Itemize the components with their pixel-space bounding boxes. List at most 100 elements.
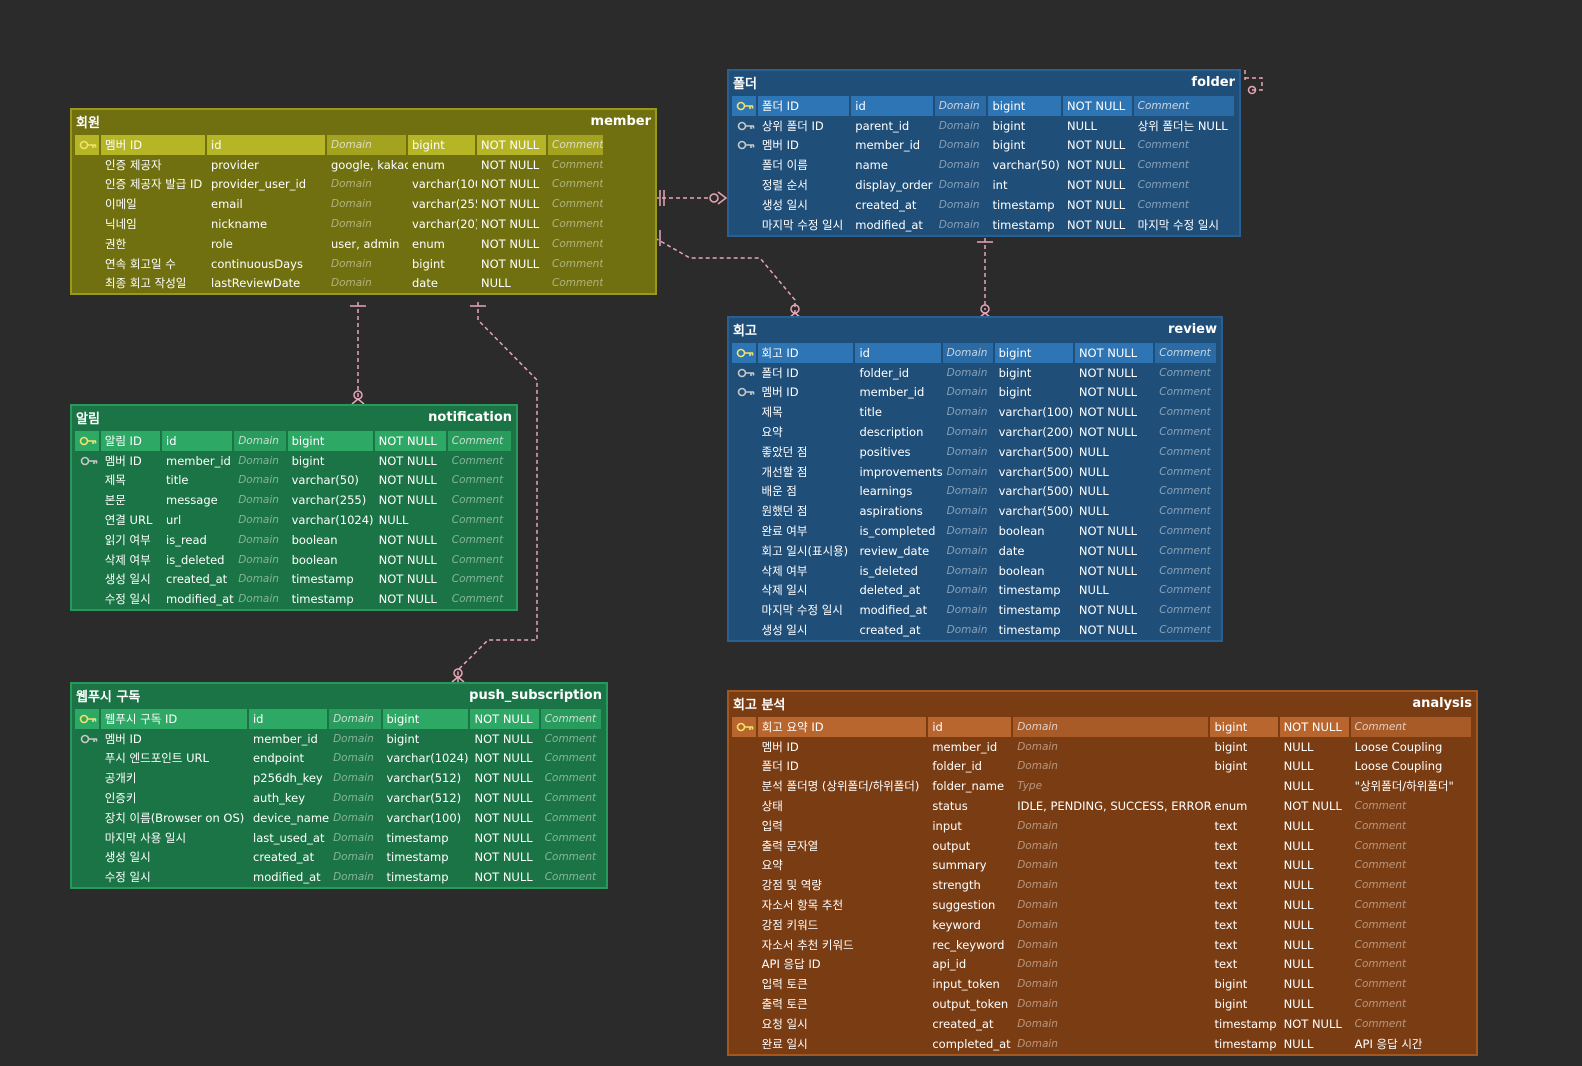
cell-comment[interactable]: Comment — [1351, 836, 1473, 856]
cell-domain[interactable]: Domain — [943, 521, 995, 541]
table-row[interactable]: 폴더 ID folder_id Domain bigint NULL Loose Coup… — [732, 757, 1473, 777]
cell-ko[interactable]: 자소서 항목 추천 — [758, 895, 929, 915]
cell-null[interactable]: NOT NULL — [1075, 600, 1155, 620]
cell-comment[interactable]: Comment — [1155, 383, 1218, 403]
cell-type[interactable]: varchar(1024) — [383, 749, 471, 769]
table-row[interactable]: 생성 일시 created_at Domain timestamp NOT NULL Co… — [732, 195, 1236, 215]
table-row[interactable]: 출력 문자열 output Domain text NULL Comment — [732, 836, 1473, 856]
cell-col[interactable]: created_at — [162, 570, 234, 590]
table-row[interactable]: 권한 role user, admin enum NOT NULL Comment — [75, 234, 652, 254]
cell-comment[interactable]: Comment — [541, 768, 603, 788]
table-row[interactable]: 멤버 ID member_id Domain bigint NOT NULL Commen… — [732, 136, 1236, 156]
cell-domain[interactable]: Domain — [935, 195, 989, 215]
table-header[interactable]: 폴더 folder — [729, 71, 1239, 93]
cell-comment[interactable]: Comment — [541, 788, 603, 808]
cell-null[interactable]: NOT NULL — [1075, 402, 1155, 422]
cell-comment[interactable]: Comment — [1351, 856, 1473, 876]
table-row[interactable]: 상위 폴더 ID parent_id Domain bigint NULL 상위 폴더는 … — [732, 116, 1236, 136]
cell-null[interactable]: NULL — [1280, 935, 1351, 955]
cell-col[interactable]: api_id — [928, 955, 1013, 975]
cell-type[interactable]: bigint — [994, 343, 1075, 363]
table-row[interactable]: 인증키 auth_key Domain varchar(512) NOT NULL Com… — [75, 788, 603, 808]
cell-ko[interactable]: 공개키 — [101, 768, 249, 788]
cell-col[interactable]: folder_id — [855, 363, 942, 383]
cell-col[interactable]: output — [928, 836, 1013, 856]
table-row[interactable]: 회고 ID id Domain bigint NOT NULL Comment — [732, 343, 1218, 363]
cell-type[interactable]: bigint — [382, 709, 471, 729]
table-row[interactable]: 알림 ID id Domain bigint NOT NULL Comment — [75, 431, 514, 451]
cell-null[interactable]: NULL — [477, 274, 548, 294]
cell-ko[interactable]: 닉네임 — [101, 214, 207, 234]
cell-domain[interactable]: user, admin — [327, 234, 408, 254]
cell-col[interactable]: nickname — [207, 214, 327, 234]
cell-null[interactable]: NOT NULL — [375, 550, 448, 570]
table-row[interactable]: 읽기 여부 is_read Domain boolean NOT NULL Comment — [75, 530, 513, 550]
cell-domain[interactable]: Domain — [234, 510, 287, 530]
cell-comment[interactable]: Comment — [1351, 816, 1473, 836]
cell-domain[interactable]: Domain — [943, 561, 995, 581]
table-row[interactable]: 삭제 여부 is_deleted Domain boolean NOT NULL Comm… — [75, 550, 513, 570]
cell-comment[interactable]: Comment — [1155, 541, 1218, 561]
cell-comment[interactable]: Comment — [1351, 955, 1473, 975]
cell-type[interactable]: text — [1211, 875, 1280, 895]
table-row[interactable]: 강점 키워드 keyword Domain text NULL Comment — [732, 915, 1473, 935]
cell-domain[interactable]: Domain — [327, 135, 408, 155]
cell-col[interactable]: rec_keyword — [928, 935, 1013, 955]
cell-col[interactable]: folder_id — [928, 757, 1013, 777]
cell-null[interactable]: NOT NULL — [477, 155, 548, 175]
cell-comment[interactable]: Comment — [448, 530, 513, 550]
table-row[interactable]: 멤버 ID member_id Domain bigint NULL Loose Coup… — [732, 737, 1473, 757]
cell-ko[interactable]: 장치 이름(Browser on OS) — [101, 808, 249, 828]
cell-comment[interactable]: Comment — [448, 510, 513, 530]
table-row[interactable]: 닉네임 nickname Domain varchar(20) NOT NULL Comm… — [75, 214, 652, 234]
table-row[interactable]: 생성 일시 created_at Domain timestamp NOT NULL Co… — [75, 848, 603, 868]
cell-domain[interactable]: Domain — [329, 788, 382, 808]
cell-null[interactable]: NOT NULL — [477, 194, 548, 214]
cell-col[interactable]: review_date — [855, 541, 942, 561]
cell-comment[interactable]: Comment — [1134, 136, 1236, 156]
cell-type[interactable]: timestamp — [988, 195, 1063, 215]
cell-col[interactable]: p256dh_key — [249, 768, 329, 788]
cell-type[interactable]: boolean — [995, 521, 1075, 541]
cell-ko[interactable]: 푸시 엔드포인트 URL — [101, 749, 249, 769]
cell-comment[interactable]: Comment — [1134, 175, 1236, 195]
cell-type[interactable]: bigint — [1211, 994, 1280, 1014]
cell-ko[interactable]: 멤버 ID — [101, 451, 162, 471]
cell-col[interactable]: endpoint — [249, 749, 329, 769]
table-row[interactable]: 회고 요약 ID id Domain bigint NOT NULL Comment — [732, 717, 1473, 737]
cell-ko[interactable]: 이메일 — [101, 194, 207, 214]
cell-type[interactable]: timestamp — [288, 570, 375, 590]
cell-type[interactable]: timestamp — [995, 600, 1075, 620]
cell-comment[interactable]: Comment — [548, 135, 606, 155]
cell-ko[interactable]: 회고 ID — [757, 343, 856, 363]
cell-col[interactable]: id — [855, 343, 943, 363]
cell-ko[interactable]: 생성 일시 — [101, 848, 249, 868]
table-row[interactable]: 요청 일시 created_at Domain timestamp NOT NULL Co… — [732, 1014, 1473, 1034]
cell-ko[interactable]: 멤버 ID — [758, 737, 929, 757]
cell-col[interactable]: created_at — [249, 848, 329, 868]
cell-domain[interactable]: Domain — [1013, 994, 1210, 1014]
cell-col[interactable]: strength — [928, 875, 1013, 895]
cell-domain[interactable]: Domain — [329, 848, 382, 868]
table-row[interactable]: 자소서 추천 키워드 rec_keyword Domain text NULL Comme… — [732, 935, 1473, 955]
cell-domain[interactable]: Domain — [1013, 875, 1210, 895]
cell-col[interactable]: id — [248, 709, 330, 729]
table-row[interactable]: 웹푸시 구독 ID id Domain bigint NOT NULL Comment — [75, 709, 603, 729]
cell-domain[interactable]: Domain — [329, 729, 382, 749]
cell-ko[interactable]: 제목 — [101, 471, 162, 491]
cell-comment[interactable]: Comment — [1134, 155, 1236, 175]
table-row[interactable]: 멤버 ID member_id Domain bigint NOT NULL Commen… — [75, 451, 513, 471]
cell-domain[interactable]: Domain — [1013, 757, 1210, 777]
cell-comment[interactable]: Comment — [541, 867, 603, 887]
cell-null[interactable]: NOT NULL — [1075, 521, 1155, 541]
cell-domain[interactable]: Domain — [1013, 737, 1210, 757]
cell-type[interactable]: bigint — [1211, 974, 1280, 994]
cell-ko[interactable]: 최종 회고 작성일 — [101, 274, 207, 294]
table-row[interactable]: 생성 일시 created_at Domain timestamp NOT NULL Co… — [732, 620, 1218, 640]
table-header[interactable]: 회고 review — [729, 318, 1221, 340]
cell-comment[interactable]: Comment — [448, 570, 513, 590]
cell-domain[interactable]: Domain — [943, 541, 995, 561]
table-header[interactable]: 웹푸시 구독 push_subscription — [72, 684, 606, 706]
cell-null[interactable]: NOT NULL — [375, 451, 448, 471]
cell-type[interactable]: varchar(20) — [408, 214, 477, 234]
